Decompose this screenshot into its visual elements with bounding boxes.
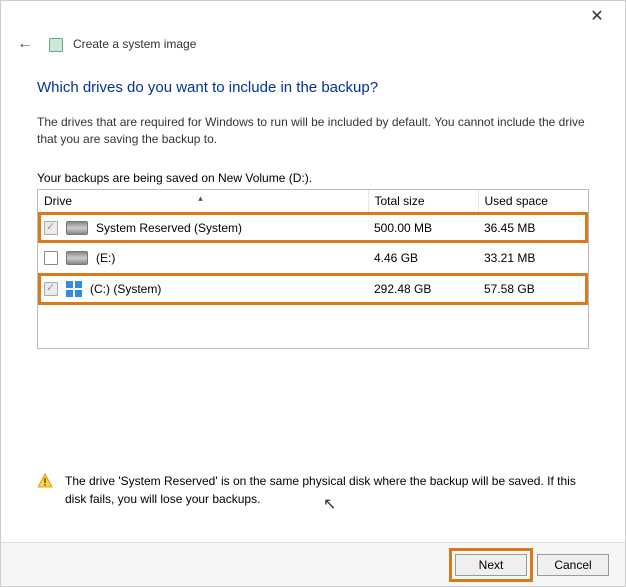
description-text: The drives that are required for Windows… [37, 114, 589, 149]
back-button[interactable]: ← [13, 35, 37, 53]
table-row[interactable]: (E:) 4.46 GB33.21 MB [38, 243, 588, 273]
total-size-cell: 4.46 GB [368, 243, 478, 273]
drive-label: System Reserved (System) [96, 221, 242, 235]
app-icon [47, 36, 63, 52]
drive-checkbox [44, 282, 58, 296]
table-row[interactable]: (C:) (System) 292.48 GB57.58 GB [38, 273, 588, 305]
drive-checkbox[interactable] [44, 251, 58, 265]
used-space-cell: 57.58 GB [478, 273, 588, 305]
total-size-cell: 500.00 MB [368, 212, 478, 243]
close-icon[interactable]: ✕ [577, 6, 617, 26]
drive-label: (C:) (System) [90, 282, 161, 296]
drive-checkbox [44, 221, 58, 235]
cancel-button[interactable]: Cancel [537, 554, 609, 576]
warning-text: The drive 'System Reserved' is on the sa… [65, 473, 589, 508]
used-space-cell: 33.21 MB [478, 243, 588, 273]
header: ← Create a system image [1, 31, 625, 63]
hdd-icon [66, 221, 88, 235]
col-used-space[interactable]: Used space [478, 190, 588, 213]
col-total-size[interactable]: Total size [368, 190, 478, 213]
hdd-icon [66, 251, 88, 265]
page-heading: Which drives do you want to include in t… [37, 79, 589, 96]
drives-table: Drive Total size Used space System Reser… [37, 189, 589, 349]
saved-to-label: Your backups are being saved on New Volu… [37, 171, 589, 185]
windows-drive-icon [66, 281, 82, 297]
warning-row: The drive 'System Reserved' is on the sa… [37, 473, 589, 508]
warning-icon [37, 473, 53, 489]
col-drive[interactable]: Drive [38, 190, 368, 213]
window-title: Create a system image [73, 37, 196, 51]
used-space-cell: 36.45 MB [478, 212, 588, 243]
next-button[interactable]: Next [455, 554, 527, 576]
drive-label: (E:) [96, 251, 115, 265]
footer: Next Cancel [1, 542, 625, 586]
total-size-cell: 292.48 GB [368, 273, 478, 305]
table-row[interactable]: System Reserved (System) 500.00 MB36.45 M… [38, 212, 588, 243]
